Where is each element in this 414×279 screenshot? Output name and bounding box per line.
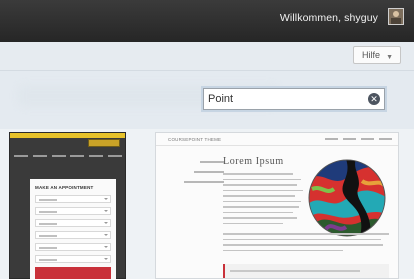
user-avatar-image bbox=[389, 9, 403, 24]
preview-body-text bbox=[223, 173, 303, 228]
welcome-text[interactable]: Willkommen, shyguy bbox=[280, 12, 378, 24]
search-field[interactable]: ✕ bbox=[203, 88, 385, 110]
user-avatar[interactable] bbox=[388, 8, 404, 25]
theme-thumbnail-desktop[interactable]: COURSEPOINT THEME Lorem Ipsum bbox=[155, 132, 399, 279]
brand-strip bbox=[10, 133, 125, 138]
form-field bbox=[35, 243, 111, 251]
form-title: MAKE AN APPOINTMENT bbox=[35, 185, 94, 190]
form-submit-preview bbox=[35, 267, 111, 279]
chevron-down-icon: ▼ bbox=[386, 54, 393, 61]
preview-artwork-circle bbox=[308, 159, 386, 237]
preview-notice bbox=[223, 264, 389, 278]
preview-heading: Lorem Ipsum bbox=[223, 156, 284, 167]
help-dropdown-button[interactable]: Hilfe ▼ bbox=[353, 46, 401, 64]
clear-search-icon[interactable]: ✕ bbox=[368, 93, 380, 105]
logo bbox=[88, 139, 120, 147]
form-field bbox=[35, 195, 111, 203]
appointment-form-preview: MAKE AN APPOINTMENT bbox=[30, 179, 116, 279]
preview-menu bbox=[325, 138, 392, 140]
form-field bbox=[35, 219, 111, 227]
help-label: Hilfe bbox=[362, 50, 381, 60]
sub-header: Hilfe ▼ bbox=[0, 42, 414, 71]
form-field bbox=[35, 255, 111, 263]
search-input[interactable] bbox=[204, 89, 354, 109]
thumbnail-nav bbox=[14, 153, 122, 159]
form-field bbox=[35, 207, 111, 215]
preview-site-header: COURSEPOINT THEME bbox=[156, 133, 398, 146]
preview-sidebar-links bbox=[176, 161, 224, 191]
theme-name: COURSEPOINT THEME bbox=[168, 137, 222, 142]
theme-thumbnail-mobile[interactable]: MAKE AN APPOINTMENT bbox=[9, 132, 126, 279]
preview-wide-text bbox=[223, 233, 389, 255]
form-field bbox=[35, 231, 111, 239]
top-bar: Willkommen, shyguy bbox=[0, 0, 414, 42]
